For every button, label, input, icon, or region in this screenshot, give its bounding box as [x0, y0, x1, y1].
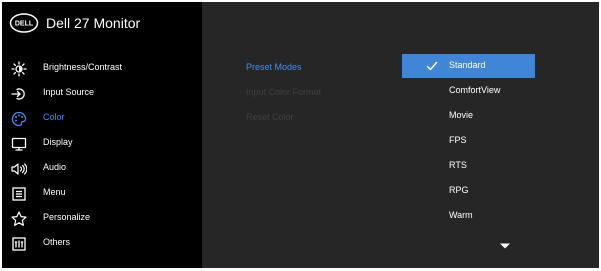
sidebar-item-brightness-contrast[interactable]: Brightness/Contrast [2, 56, 202, 81]
speaker-icon [11, 161, 27, 177]
option-label: Standard [449, 60, 486, 70]
others-icon [11, 236, 27, 252]
monitor-title: Dell 27 Monitor [46, 15, 141, 31]
svg-text:DELL: DELL [15, 21, 34, 28]
submenu-reset-color[interactable]: Reset Color [246, 112, 294, 122]
sidebar: DELL Dell 27 Monitor Brightness/Contrast [2, 2, 202, 268]
option-rpg[interactable]: RPG [402, 179, 535, 203]
caret-down-icon[interactable] [499, 242, 511, 250]
sidebar-item-label: Display [43, 137, 73, 147]
color-palette-icon [11, 111, 27, 127]
sidebar-item-menu[interactable]: Menu [2, 181, 202, 206]
sidebar-item-label: Input Source [43, 87, 95, 97]
option-label: RPG [449, 185, 469, 195]
option-label: ComfortView [449, 85, 501, 95]
sidebar-item-label: Menu [43, 187, 66, 197]
star-icon [11, 211, 27, 227]
option-comfortview[interactable]: ComfortView [402, 79, 535, 103]
option-label: Movie [449, 110, 474, 120]
option-warm[interactable]: Warm [402, 204, 535, 228]
option-fps[interactable]: FPS [402, 129, 535, 153]
sidebar-item-audio[interactable]: Audio [2, 156, 202, 181]
sidebar-item-label: Brightness/Contrast [43, 62, 123, 72]
sidebar-item-label: Audio [43, 162, 67, 172]
sidebar-item-input-source[interactable]: Input Source [2, 81, 202, 106]
input-source-icon [11, 86, 27, 102]
option-label: FPS [449, 135, 467, 145]
option-label: RTS [449, 160, 467, 170]
osd-window: DELL Dell 27 Monitor Brightness/Contrast [2, 2, 599, 268]
sidebar-item-label: Color [43, 112, 65, 122]
title-bar: DELL Dell 27 Monitor [2, 2, 202, 46]
submenu-preset-modes[interactable]: Preset Modes [246, 62, 302, 72]
sidebar-item-label: Others [43, 237, 71, 247]
option-rts[interactable]: RTS [402, 154, 535, 178]
option-standard[interactable]: Standard [402, 54, 535, 78]
checkmark-icon [426, 61, 438, 71]
dell-logo: DELL [9, 13, 39, 33]
sidebar-item-display[interactable]: Display [2, 131, 202, 156]
display-icon [11, 136, 27, 152]
sidebar-item-color[interactable]: Color [2, 106, 202, 131]
option-label: Warm [449, 210, 473, 220]
brightness-icon [11, 61, 27, 77]
sidebar-item-others[interactable]: Others [2, 231, 202, 256]
menu-icon [11, 186, 27, 202]
option-movie[interactable]: Movie [402, 104, 535, 128]
sidebar-item-personalize[interactable]: Personalize [2, 206, 202, 231]
submenu-input-color-format[interactable]: Input Color Format [246, 87, 321, 97]
sidebar-item-label: Personalize [43, 212, 91, 222]
